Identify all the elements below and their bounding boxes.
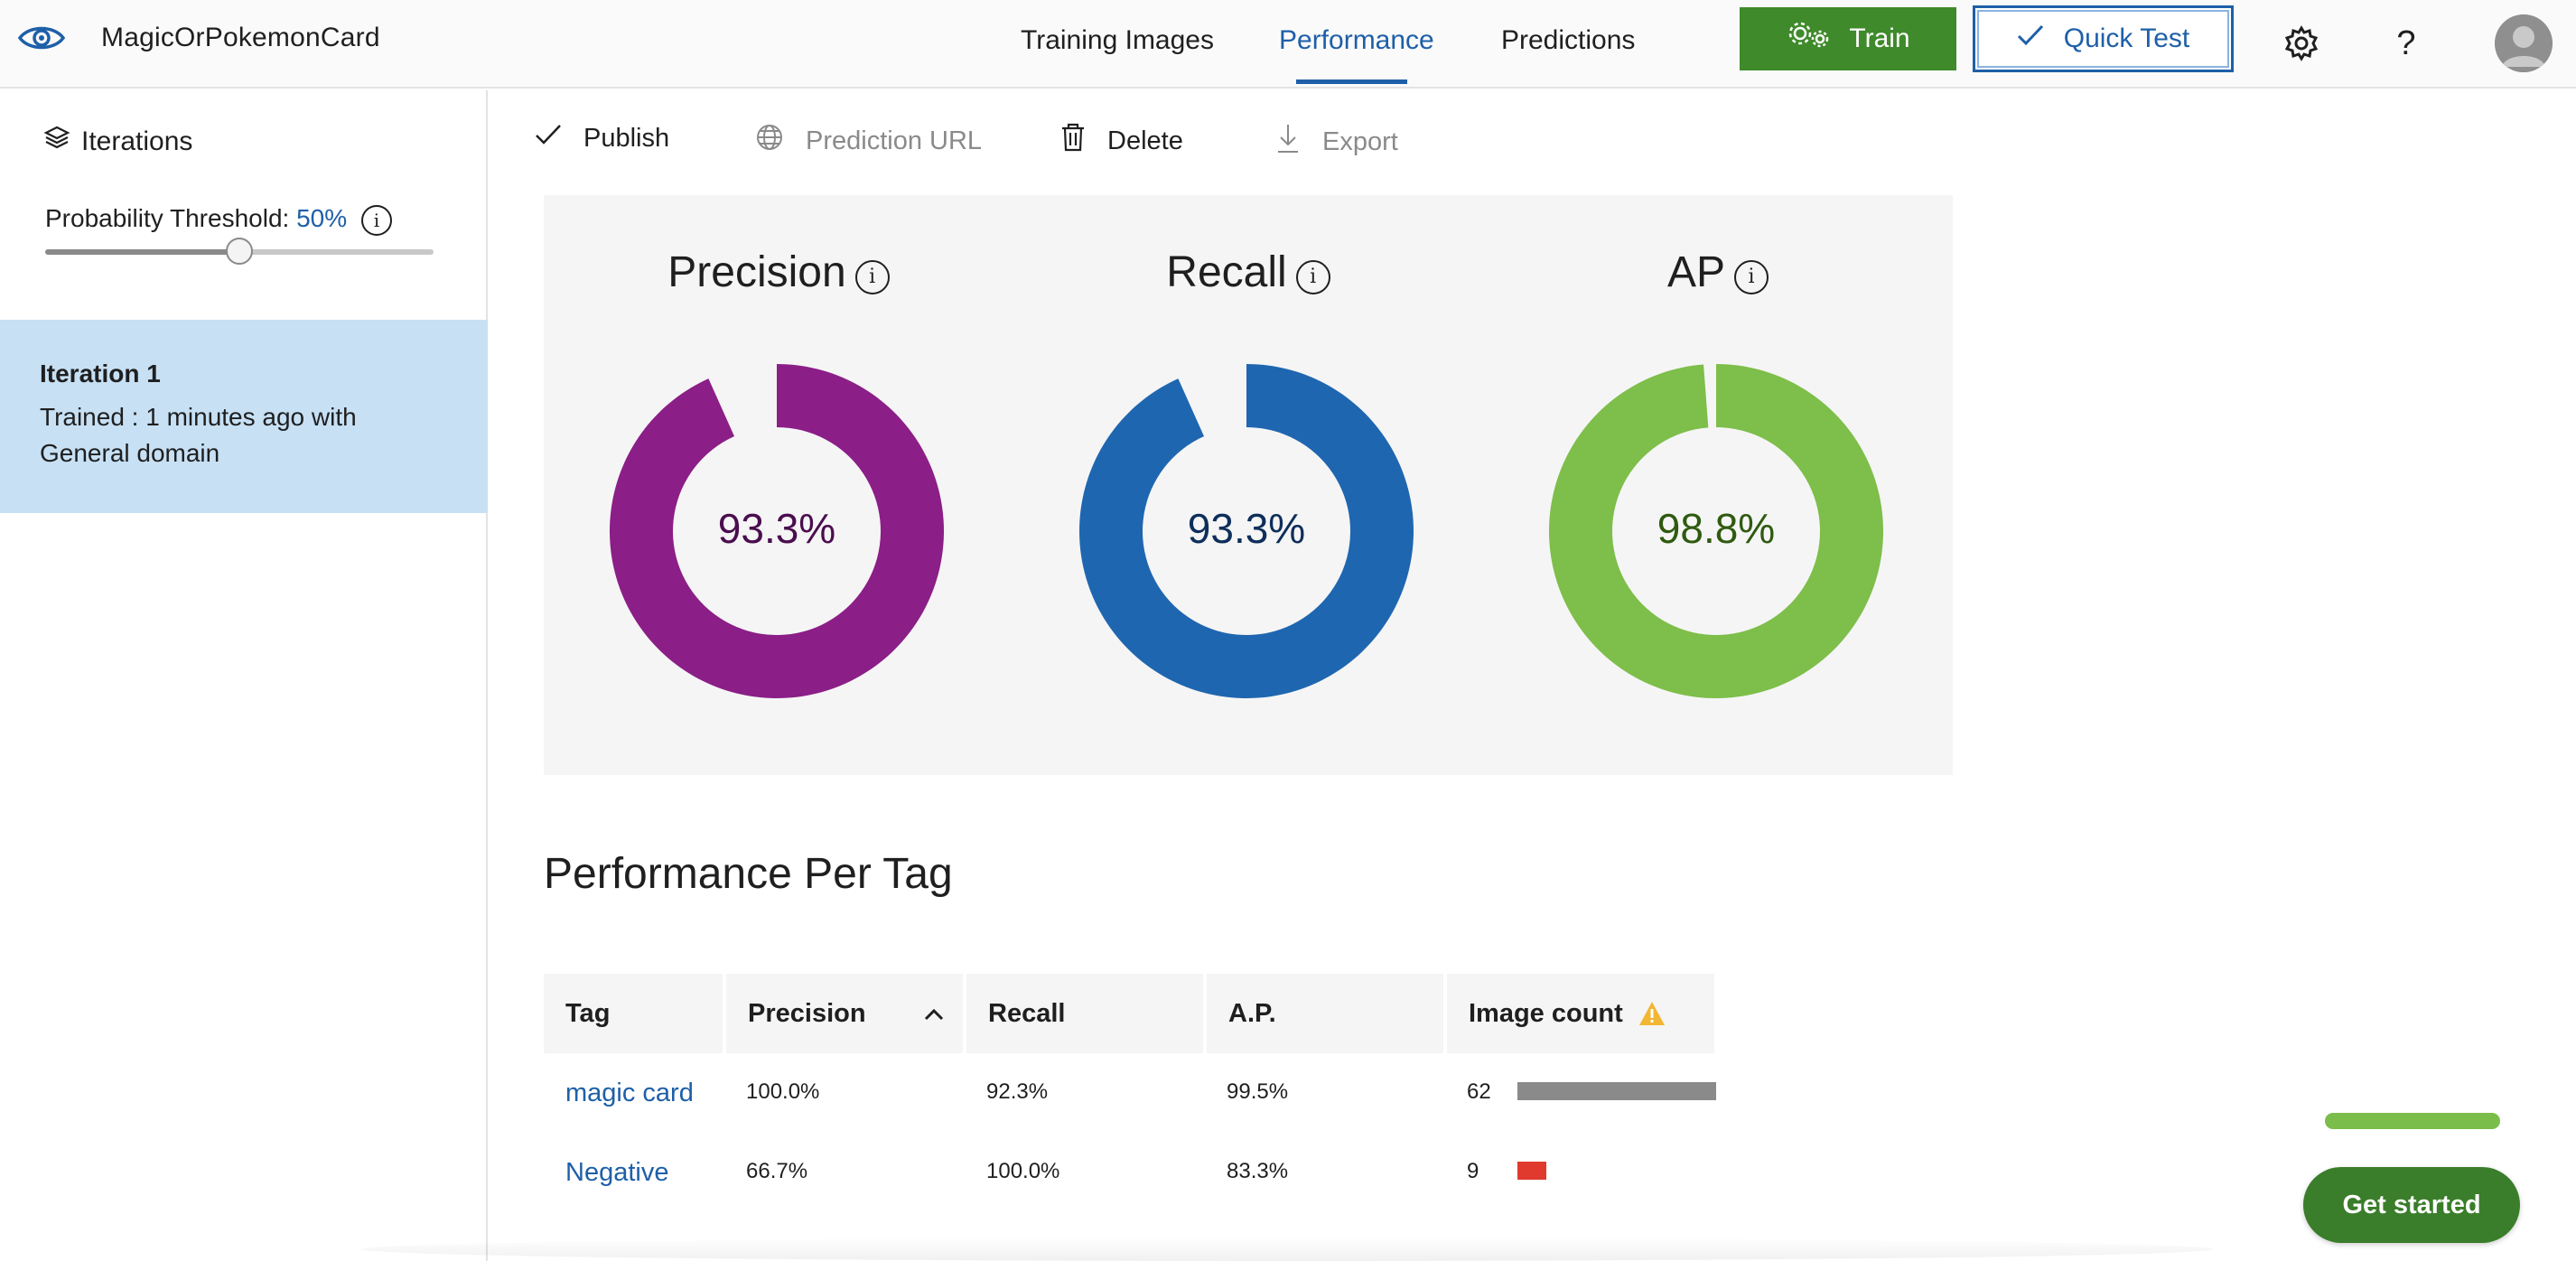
trash-icon — [1060, 123, 1086, 159]
ap-cell: 99.5% — [1227, 1079, 1289, 1104]
top-bar: MagicOrPokemonCard Training Images Perfo… — [0, 0, 2576, 89]
column-header-ap[interactable]: A.P. — [1207, 974, 1443, 1053]
active-tab-indicator — [1296, 79, 1407, 84]
precision-label: Precision — [667, 248, 846, 296]
section-title: Performance Per Tag — [544, 850, 953, 898]
prediction-url-label: Prediction URL — [806, 126, 983, 155]
bottom-shadow — [361, 1238, 2213, 1261]
iteration-description: Trained : 1 minutes ago with General dom… — [40, 403, 357, 467]
export-label: Export — [1322, 126, 1398, 156]
quick-test-label: Quick Test — [2063, 23, 2190, 53]
checkmark-icon — [2017, 23, 2044, 54]
slider-fill — [45, 249, 239, 255]
train-label: Train — [1849, 23, 1910, 53]
column-label: Image count — [1469, 998, 1623, 1028]
delete-label: Delete — [1107, 126, 1183, 155]
sidebar: Iterations Probability Threshold: 50% i … — [0, 90, 488, 1261]
info-icon[interactable]: i — [360, 204, 392, 236]
get-started-button[interactable]: Get started — [2303, 1167, 2520, 1243]
iteration-item[interactable]: Iteration 1 Trained : 1 minutes ago with… — [0, 320, 488, 513]
tab-training-images[interactable]: Training Images — [1021, 25, 1214, 56]
app-title: MagicOrPokemonCard — [101, 23, 380, 52]
quick-test-button[interactable]: Quick Test — [1973, 5, 2234, 72]
count-cell: 62 — [1467, 1079, 1491, 1104]
threshold-label: Probability Threshold: 50% i — [45, 204, 392, 236]
tab-predictions[interactable]: Predictions — [1501, 25, 1635, 56]
count-bar — [1517, 1082, 1716, 1100]
publish-label: Publish — [583, 123, 670, 153]
gear-icon[interactable] — [2280, 22, 2323, 65]
recall-metric: Recall i 93.3% — [1013, 195, 1483, 775]
column-label: Tag — [565, 998, 611, 1028]
threshold-value: 50% — [296, 204, 348, 232]
recall-cell: 100.0% — [986, 1159, 1060, 1183]
tag-link[interactable]: Negative — [565, 1158, 668, 1188]
ap-value: 98.8% — [1657, 505, 1776, 552]
export-button[interactable]: Export — [1275, 123, 1398, 161]
prediction-url-button[interactable]: Prediction URL — [755, 123, 982, 159]
checkmark-icon — [535, 123, 562, 154]
threshold-text: Probability Threshold: — [45, 204, 290, 232]
column-label: Precision — [748, 998, 866, 1028]
iteration-title: Iteration 1 — [40, 360, 161, 388]
info-icon[interactable]: i — [854, 259, 890, 294]
precision-cell: 66.7% — [746, 1159, 808, 1183]
column-label: A.P. — [1228, 998, 1276, 1028]
precision-metric: Precision i 93.3% — [544, 195, 1013, 775]
recall-cell: 92.3% — [986, 1079, 1049, 1104]
delete-button[interactable]: Delete — [1060, 123, 1183, 159]
column-label: Recall — [988, 998, 1066, 1028]
publish-button[interactable]: Publish — [535, 123, 669, 154]
download-icon — [1275, 123, 1301, 161]
train-button[interactable]: Train — [1740, 7, 1956, 70]
sort-up-icon[interactable] — [923, 999, 945, 1029]
metric-title: AP i — [1483, 248, 1953, 297]
warning-icon[interactable] — [1638, 1000, 1666, 1027]
tag-link[interactable]: magic card — [565, 1079, 694, 1108]
count-bar — [1517, 1162, 1546, 1180]
layers-icon — [43, 125, 70, 159]
avatar[interactable] — [2495, 14, 2553, 72]
metrics-panel: Precision i 93.3% Recall i 93.3% AP i 98… — [544, 195, 1953, 775]
globe-icon — [755, 123, 784, 159]
ap-label: AP — [1666, 248, 1726, 296]
slider-thumb[interactable] — [226, 238, 253, 265]
recall-value: 93.3% — [1187, 505, 1306, 552]
info-icon[interactable]: i — [1734, 259, 1769, 294]
precision-cell: 100.0% — [746, 1079, 820, 1104]
count-cell: 9 — [1467, 1159, 1479, 1183]
tab-performance[interactable]: Performance — [1279, 25, 1434, 56]
gears-icon — [1786, 20, 1833, 58]
metric-title: Recall i — [1013, 248, 1483, 297]
eye-icon — [16, 18, 67, 58]
ap-metric: AP i 98.8% — [1483, 195, 1953, 775]
iterations-label: Iterations — [81, 126, 193, 156]
info-icon[interactable]: i — [1295, 259, 1330, 294]
precision-value: 93.3% — [717, 505, 836, 552]
threshold-slider[interactable] — [45, 238, 434, 265]
recall-label: Recall — [1166, 248, 1287, 296]
metric-title: Precision i — [544, 248, 1013, 297]
column-header-precision[interactable]: Precision — [726, 974, 963, 1053]
iterations-header[interactable]: Iterations — [43, 125, 192, 159]
ap-cell: 83.3% — [1227, 1159, 1289, 1183]
column-header-image-count[interactable]: Image count — [1447, 974, 1714, 1053]
help-icon[interactable]: ? — [2385, 22, 2428, 65]
progress-indicator — [2325, 1113, 2500, 1129]
column-header-recall[interactable]: Recall — [966, 974, 1203, 1053]
column-header-tag[interactable]: Tag — [544, 974, 723, 1053]
